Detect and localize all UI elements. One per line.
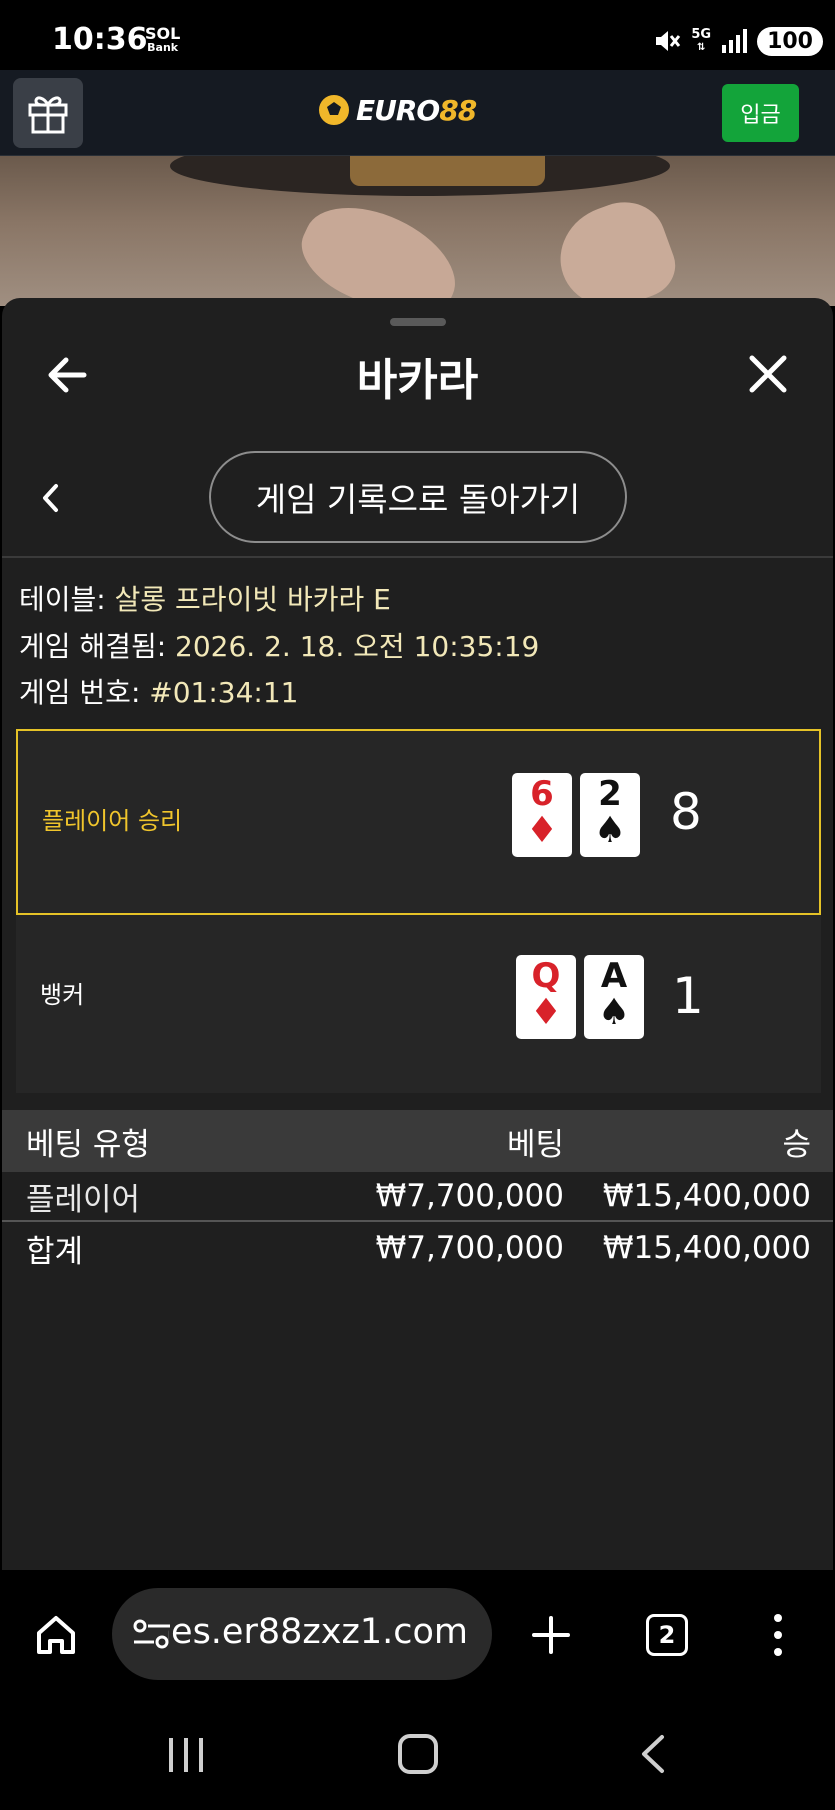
sheet-title: 바카라 <box>356 355 479 406</box>
playing-card: Q ♦ <box>516 955 576 1039</box>
home-icon[interactable] <box>34 1613 78 1657</box>
browser-toolbar: mes.er88zxz1.com 2 <box>0 1570 835 1700</box>
game-number-info: 게임 번호: #01:34:11 <box>19 671 299 711</box>
bet-amount-cell: ₩7,700,000 <box>375 1178 564 1214</box>
player-result: 플레이어 승리 6 ♦ 2 ♠ 8 <box>16 729 821 915</box>
close-icon[interactable] <box>746 352 790 396</box>
table-info: 테이블: 살롱 프라이빗 바카라 E <box>19 578 391 618</box>
video-chips <box>350 156 545 186</box>
game-history-sheet: 바카라 게임 기록으로 돌아가기 테이블: 살롱 프라이빗 바카라 E 게임 해… <box>2 298 833 1570</box>
game-number-value: #01:34:11 <box>149 676 299 709</box>
status-bar: 10:36 SOL Bank 5G ⇅ 100 <box>0 0 835 70</box>
banker-result: 뱅커 Q ♦ A ♠ 1 <box>16 915 821 1093</box>
resolved-value: 2026. 2. 18. 오전 10:35:19 <box>175 630 540 663</box>
video-dealer-hand <box>546 190 684 306</box>
player-cards: 6 ♦ 2 ♠ <box>512 773 640 857</box>
bet-type-cell: 플레이어 <box>26 1181 141 1218</box>
bank-sublabel: Bank <box>147 41 179 54</box>
banker-score: 1 <box>672 967 704 1025</box>
drag-handle[interactable] <box>390 318 446 326</box>
resolved-info: 게임 해결됨: 2026. 2. 18. 오전 10:35:19 <box>19 625 539 665</box>
back-icon[interactable] <box>640 1734 666 1774</box>
tab-switcher-icon[interactable]: 2 <box>646 1614 688 1656</box>
bets-table: 베팅 유형 베팅 승 플레이어 ₩7,700,000 ₩15,400,000 합… <box>2 1110 833 1274</box>
win-amount-cell: ₩15,400,000 <box>602 1178 811 1214</box>
live-video <box>0 156 835 306</box>
logo-number: 88 <box>439 93 477 127</box>
divider <box>2 556 833 558</box>
total-win: ₩15,400,000 <box>602 1230 811 1266</box>
player-result-label: 플레이어 승리 <box>42 807 183 835</box>
playing-card: 2 ♠ <box>580 773 640 857</box>
site-settings-icon[interactable] <box>132 1618 172 1650</box>
table-header: 베팅 유형 베팅 승 <box>2 1110 833 1172</box>
header-win: 승 <box>782 1126 811 1163</box>
deposit-button[interactable]: 입금 <box>722 84 799 142</box>
address-bar[interactable]: mes.er88zxz1.com <box>112 1588 492 1680</box>
game-number-label: 게임 번호: <box>19 676 141 709</box>
soccer-ball-icon <box>317 93 351 127</box>
bank-notification-icon: SOL Bank <box>145 24 181 54</box>
return-to-history-button[interactable]: 게임 기록으로 돌아가기 <box>209 451 627 543</box>
chevron-left-icon[interactable] <box>38 480 64 516</box>
playing-card: A ♠ <box>584 955 644 1039</box>
system-nav-bar <box>0 1700 835 1810</box>
network-type: 5G ⇅ <box>691 27 712 53</box>
banker-result-label: 뱅커 <box>40 981 85 1009</box>
mute-icon <box>656 31 681 51</box>
logo-text: EURO <box>356 93 440 127</box>
more-menu-icon[interactable] <box>770 1612 786 1658</box>
table-value: 살롱 프라이빗 바카라 E <box>114 583 391 616</box>
home-button-icon[interactable] <box>398 1734 438 1774</box>
video-dealer-hand <box>288 186 472 306</box>
new-tab-icon[interactable] <box>530 1614 572 1656</box>
playing-card: 6 ♦ <box>512 773 572 857</box>
status-icons: 5G ⇅ 100 <box>653 24 823 58</box>
player-score: 8 <box>670 783 702 841</box>
table-label: 테이블: <box>19 583 106 616</box>
total-label: 합계 <box>26 1233 84 1270</box>
header-bet-type: 베팅 유형 <box>26 1126 150 1163</box>
site-header: EURO88 입금 <box>0 70 835 156</box>
total-bet: ₩7,700,000 <box>375 1230 564 1266</box>
site-logo[interactable]: EURO88 <box>316 92 477 128</box>
recents-icon[interactable] <box>166 1736 206 1774</box>
gift-button[interactable] <box>13 78 83 148</box>
bank-label: SOL <box>145 24 181 43</box>
signal-icon <box>722 29 748 53</box>
header-bet: 베팅 <box>506 1126 564 1163</box>
gift-icon <box>28 96 68 134</box>
resolved-label: 게임 해결됨: <box>19 630 167 663</box>
banker-cards: Q ♦ A ♠ <box>516 955 644 1039</box>
battery-indicator: 100 <box>757 26 823 56</box>
clock: 10:36 <box>52 22 148 57</box>
total-row: 합계 ₩7,700,000 ₩15,400,000 <box>2 1222 833 1274</box>
table-row: 플레이어 ₩7,700,000 ₩15,400,000 <box>2 1172 833 1222</box>
url-text[interactable]: mes.er88zxz1.com <box>168 1612 468 1652</box>
